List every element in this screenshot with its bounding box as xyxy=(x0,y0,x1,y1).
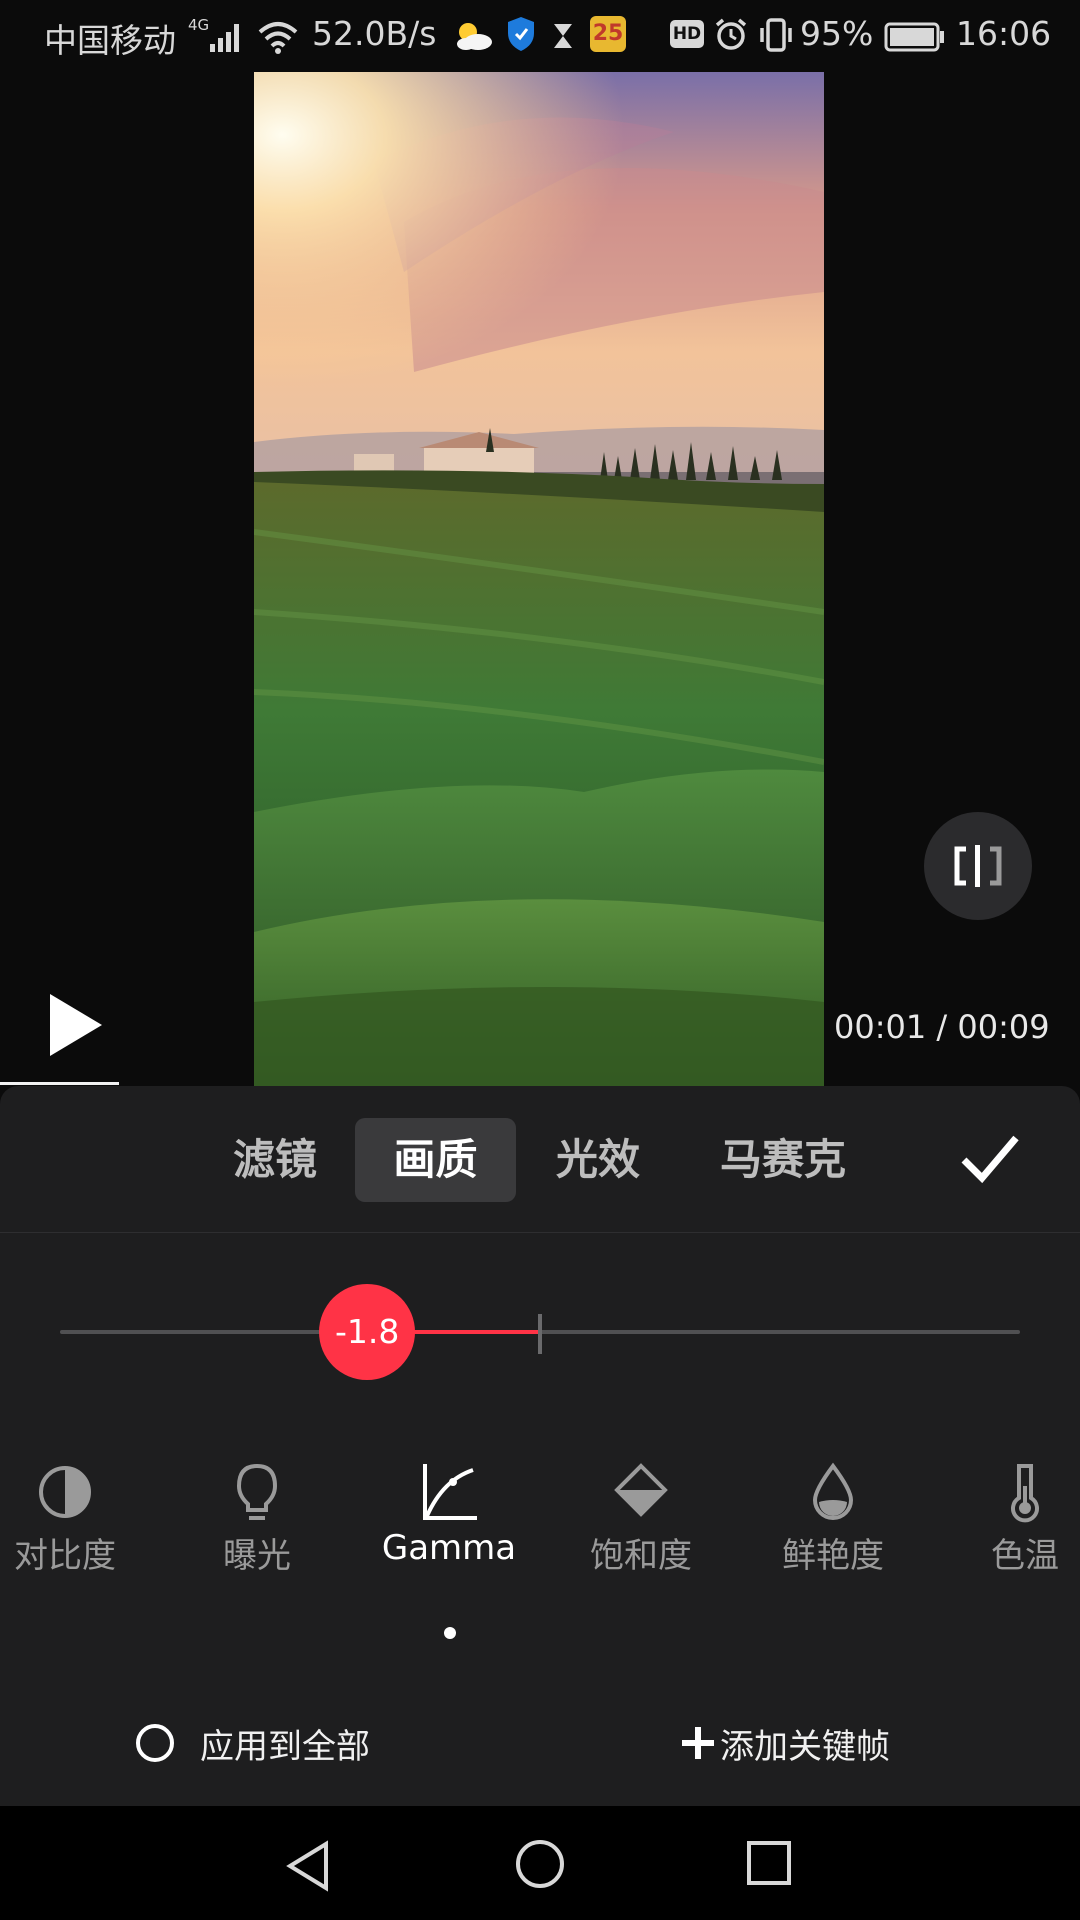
saturation-icon xyxy=(614,1463,668,1517)
play-icon[interactable] xyxy=(46,990,106,1060)
battery-percent: 95% xyxy=(800,14,874,53)
tab-mosaic[interactable]: 马赛克 xyxy=(708,1118,858,1202)
tool-label: 鲜艳度 xyxy=(782,1536,884,1576)
tool-contrast[interactable]: 对比度 xyxy=(0,1460,150,1610)
battery-icon xyxy=(884,22,944,52)
carrier-name: 中国移动 xyxy=(44,21,176,60)
tab-light-effect[interactable]: 光效 xyxy=(540,1118,656,1202)
tab-quality[interactable]: 画质 xyxy=(355,1118,516,1202)
hourglass-icon xyxy=(554,24,572,48)
slider-thumb[interactable]: -1.8 xyxy=(319,1284,416,1380)
tool-vibrance[interactable]: 鲜艳度 xyxy=(748,1460,918,1610)
network-type: 4G xyxy=(188,16,210,34)
apply-all-radio[interactable] xyxy=(136,1724,174,1762)
gamma-curve-icon xyxy=(423,1464,477,1520)
tool-label: 曝光 xyxy=(223,1536,291,1576)
playback-progress[interactable] xyxy=(0,1082,119,1085)
plus-icon xyxy=(682,1727,714,1759)
thermometer-icon xyxy=(1011,1464,1039,1523)
tool-exposure[interactable]: 曝光 xyxy=(172,1460,342,1610)
tool-label: 饱和度 xyxy=(590,1536,692,1576)
compare-icon xyxy=(954,845,1002,887)
shield-icon xyxy=(508,17,534,51)
apply-to-all-option[interactable]: 应用到全部 xyxy=(136,1718,370,1768)
recents-icon[interactable] xyxy=(746,1840,792,1886)
tool-color-temperature[interactable]: 色温 xyxy=(940,1460,1080,1610)
confirm-check-icon[interactable] xyxy=(958,1128,1022,1188)
navigation-bar xyxy=(0,1806,1080,1920)
home-icon[interactable] xyxy=(514,1838,566,1890)
back-icon[interactable] xyxy=(284,1840,332,1892)
status-bar: 中国移动 4G 52.0B/s 25 HD 95% 16:06 xyxy=(0,0,1080,72)
signal-icon xyxy=(210,24,239,52)
vibrance-drop-icon xyxy=(812,1462,854,1520)
timecode: 00:01 / 00:09 xyxy=(834,1008,1050,1046)
tool-saturation[interactable]: 饱和度 xyxy=(556,1460,726,1610)
weather-icon xyxy=(457,23,492,50)
tool-label: 对比度 xyxy=(14,1536,116,1576)
tool-gamma[interactable]: Gamma xyxy=(364,1460,534,1610)
slider-center-mark xyxy=(538,1314,542,1354)
wifi-icon xyxy=(258,22,298,54)
landscape-frame xyxy=(254,72,824,1086)
add-keyframe-label: 添加关键帧 xyxy=(720,1726,890,1767)
selected-tool-indicator xyxy=(444,1627,456,1639)
lightbulb-icon xyxy=(236,1463,278,1520)
effect-tabs: 滤镜 画质 光效 马赛克 xyxy=(0,1086,1080,1232)
hd-badge: HD xyxy=(670,20,704,48)
contrast-icon xyxy=(39,1466,91,1518)
tool-label: 色温 xyxy=(991,1536,1059,1576)
net-speed: 52.0B/s xyxy=(312,14,437,53)
tool-label: Gamma xyxy=(381,1528,517,1568)
compare-button[interactable] xyxy=(924,812,1032,920)
tab-filter[interactable]: 滤镜 xyxy=(218,1118,332,1202)
add-keyframe-button[interactable]: 添加关键帧 xyxy=(682,1718,890,1768)
video-preview[interactable] xyxy=(254,72,824,1086)
gamma-slider[interactable]: -1.8 xyxy=(60,1284,1020,1380)
divider xyxy=(0,1232,1080,1233)
apply-all-label: 应用到全部 xyxy=(200,1726,370,1767)
alarm-icon xyxy=(715,18,747,50)
vibrate-icon xyxy=(760,18,792,52)
clock: 16:06 xyxy=(956,14,1052,53)
calendar-app-icon: 25 xyxy=(590,16,626,52)
